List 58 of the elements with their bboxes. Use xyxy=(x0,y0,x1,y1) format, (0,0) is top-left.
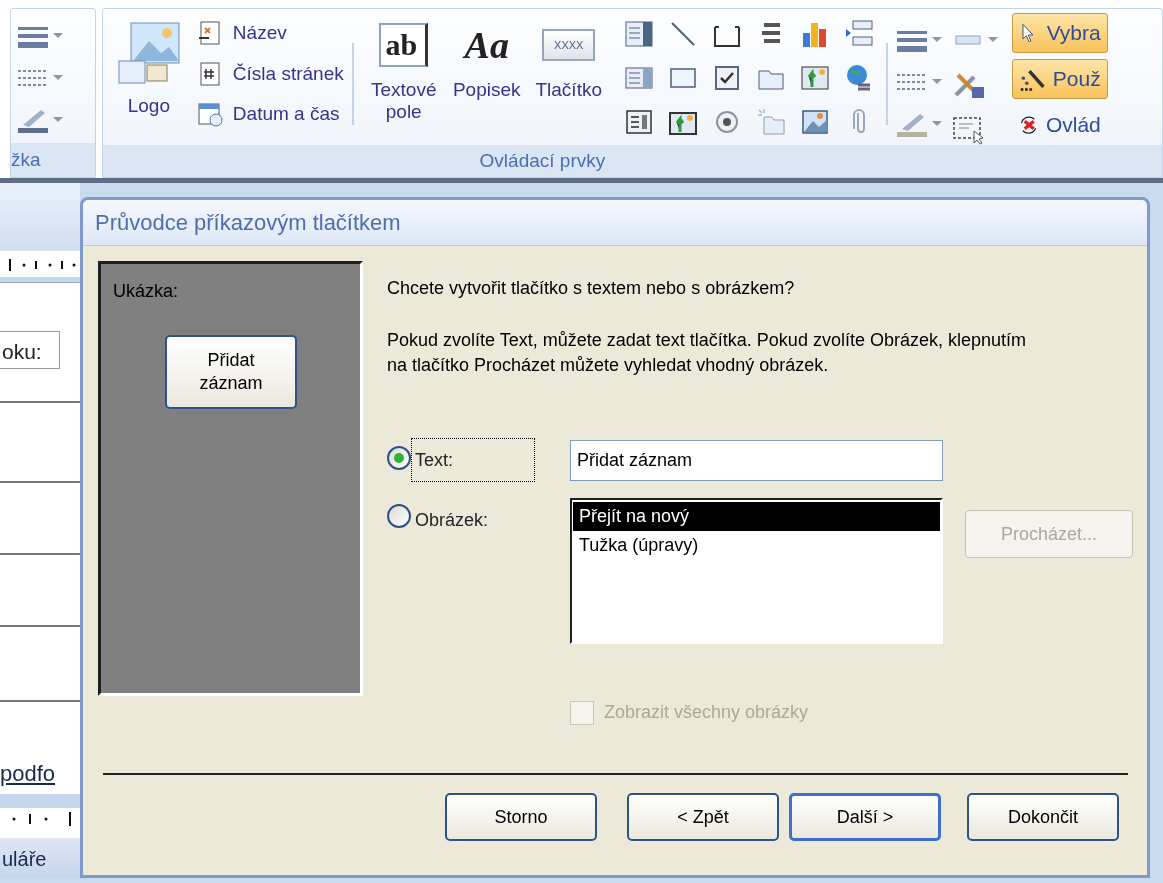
toolbox-button[interactable] xyxy=(623,107,654,137)
ribbon-button[interactable]: Datum a čas xyxy=(196,100,344,129)
list-item[interactable]: Přejít na nový xyxy=(573,502,940,532)
button-icon: XXXX xyxy=(542,29,596,61)
caret-icon xyxy=(53,75,63,81)
ribbon-button[interactable]: ab Textové pole xyxy=(361,23,446,123)
ribbon-toggle[interactable]: Použ xyxy=(1011,59,1108,99)
page-arrow-icon xyxy=(196,20,223,47)
ribbon-toggle[interactable]: Ovlád xyxy=(1011,105,1108,145)
group-label: žka xyxy=(11,143,95,177)
option-group-icon xyxy=(623,107,654,137)
section-label: uláře xyxy=(0,838,80,878)
text-field[interactable]: Přidat záznam xyxy=(570,440,943,482)
textbox-icon: ab xyxy=(379,23,429,67)
preview-label: Ukázka: xyxy=(113,280,180,303)
caret-icon xyxy=(931,121,942,127)
dialog-button[interactable]: < Zpět xyxy=(627,793,779,841)
picture-list[interactable]: Přejít na nový Tužka (úpravy) xyxy=(570,498,943,645)
caret-icon xyxy=(987,37,998,43)
picture-icon xyxy=(116,21,181,85)
dialog-button[interactable]: Další > xyxy=(789,793,941,841)
explanation-text: Pokud zvolíte Text, můžete zadat text tlačítka. Pokud zvolíte Obrázek, klepnutím na tlačítko Procházet můžete vyhledat vhodný obrázek. xyxy=(387,329,1027,378)
toolbox-button[interactable] xyxy=(623,19,654,49)
caret-icon xyxy=(931,37,942,43)
dialog-title: Průvodce příkazovým tlačítkem xyxy=(83,200,1147,246)
logo-button[interactable]: Logo xyxy=(116,21,181,117)
brush-icon xyxy=(17,107,49,133)
radio-label[interactable]: Text: xyxy=(411,438,535,483)
paperclip-icon xyxy=(851,108,866,136)
dialog-button[interactable]: Storno xyxy=(445,793,597,841)
ribbon-button[interactable]: Název xyxy=(196,19,344,48)
line-color-dropdown[interactable] xyxy=(895,111,942,137)
calendar-clock-icon xyxy=(196,101,223,128)
line-color-dropdown[interactable] xyxy=(17,107,63,133)
folder-icon xyxy=(755,107,786,137)
radio-label[interactable]: Obrázek: xyxy=(411,504,493,538)
radio-button[interactable] xyxy=(387,504,411,529)
combo-box-icon xyxy=(623,19,654,49)
list-arrow-icon xyxy=(843,19,874,49)
label-icon: Aa xyxy=(464,23,509,67)
brush-icon xyxy=(895,111,928,137)
list-item[interactable]: Tužka (úpravy) xyxy=(573,531,940,561)
ribbon-button[interactable]: Čísla stránek xyxy=(196,59,344,88)
image-frame-icon xyxy=(799,63,830,93)
ribbon-button[interactable]: XXXX Tlačítko xyxy=(527,23,610,101)
group-label: Ovládací prvky xyxy=(102,145,1162,177)
preview-button[interactable]: Přidat záznam xyxy=(165,335,297,409)
dialog-button[interactable]: Dokončit xyxy=(967,793,1119,841)
picture-icon xyxy=(799,107,830,137)
caret-icon xyxy=(931,79,942,85)
caret-icon xyxy=(53,117,63,123)
ribbon-toggle[interactable]: Vybra xyxy=(1011,13,1108,53)
question-text: Chcete vytvořit tlačítko s textem nebo s obrázkem? xyxy=(387,277,796,300)
caret-icon xyxy=(53,33,63,39)
ribbon-button[interactable]: Aa Popisek xyxy=(445,23,528,101)
selection-icon xyxy=(951,115,986,145)
field-label: oku: xyxy=(0,331,60,369)
radio-button[interactable] xyxy=(387,446,411,471)
